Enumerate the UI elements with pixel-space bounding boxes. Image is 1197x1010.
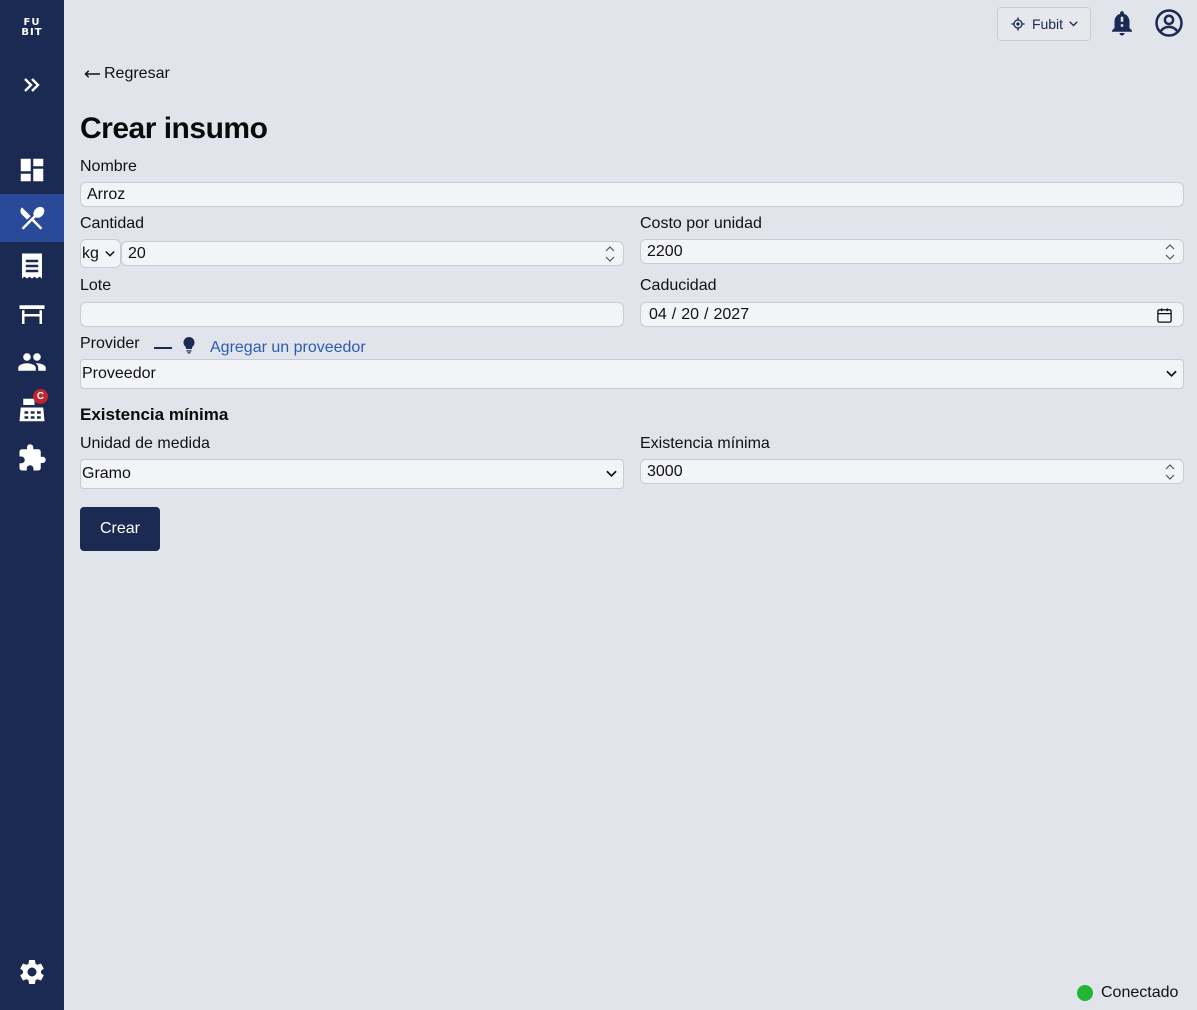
provider-select[interactable]: Proveedor	[80, 359, 1184, 389]
existencia-section-title: Existencia mínima	[80, 405, 229, 424]
costo-value: 2200	[647, 242, 683, 260]
existencia-minima-input[interactable]: 3000	[640, 459, 1184, 484]
chevron-down-icon	[1165, 254, 1175, 260]
gear-icon	[20, 959, 44, 984]
chevron-down-icon	[606, 470, 617, 478]
dash-divider	[154, 346, 172, 349]
chevron-down-icon	[1069, 21, 1078, 27]
calendar-icon[interactable]	[1156, 307, 1173, 324]
date-separator: /	[671, 305, 677, 323]
date-separator: /	[704, 305, 709, 323]
table-icon	[19, 305, 45, 324]
nombre-label: Nombre	[80, 158, 137, 175]
utensils-icon	[20, 206, 45, 230]
costo-label: Costo por unidad	[640, 215, 762, 232]
caducidad-year: 2027	[713, 305, 750, 323]
chevron-up-icon	[605, 246, 615, 252]
cantidad-label: Cantidad	[80, 215, 145, 232]
sidebar-item-extensions[interactable]	[0, 434, 64, 482]
arrow-left-icon	[84, 70, 101, 78]
status-dot	[1077, 985, 1093, 1001]
double-chevron-right-icon	[24, 78, 40, 92]
caducidad-label: Caducidad	[640, 277, 717, 294]
cantidad-value: 20	[128, 244, 146, 262]
lote-input[interactable]	[80, 302, 624, 327]
cantidad-spinner[interactable]	[605, 245, 615, 263]
location-label: Fubit	[1031, 16, 1064, 32]
nombre-input[interactable]: Arroz	[80, 182, 1184, 207]
provider-value: Proveedor	[82, 365, 156, 382]
chevron-up-icon	[1165, 244, 1175, 250]
back-link[interactable]: Regresar	[84, 65, 170, 83]
chevron-down-icon	[605, 256, 615, 262]
cash-register-badge: C	[33, 389, 48, 404]
bell-alert-icon	[1112, 11, 1132, 36]
logo-text-bottom: BIT	[21, 27, 43, 38]
costo-input[interactable]: 2200	[640, 239, 1184, 264]
nombre-value: Arroz	[87, 185, 126, 203]
location-selector[interactable]: Fubit	[997, 7, 1091, 41]
back-link-label: Regresar	[104, 65, 170, 82]
add-provider-link[interactable]: Agregar un proveedor	[210, 339, 366, 357]
user-circle-icon	[1155, 9, 1183, 37]
expand-sidebar-button[interactable]	[0, 61, 64, 109]
caducidad-day: 20	[681, 305, 700, 323]
unidad-medida-value: Gramo	[82, 465, 131, 482]
receipt-icon	[22, 253, 42, 279]
sidebar-item-insumos[interactable]	[0, 194, 64, 242]
sidebar-item-tables[interactable]	[0, 290, 64, 338]
cantidad-unit-value: kg	[82, 244, 99, 262]
puzzle-icon	[19, 444, 46, 471]
sidebar-item-users[interactable]	[0, 338, 64, 386]
notifications-button[interactable]	[1107, 8, 1137, 38]
caducidad-month: 04	[649, 305, 667, 323]
logo[interactable]: FU BIT	[0, 18, 64, 38]
connection-status: Conectado	[1077, 984, 1178, 1002]
chevron-down-icon	[1165, 474, 1175, 480]
existencia-spinner[interactable]	[1165, 463, 1175, 481]
chevron-down-icon	[1166, 370, 1177, 378]
status-label: Conectado	[1101, 984, 1179, 1001]
people-icon	[18, 353, 46, 371]
caducidad-date-input[interactable]: 04 / 20 / 2027	[640, 302, 1184, 327]
account-button[interactable]	[1154, 8, 1184, 38]
page-title: Crear insumo	[80, 112, 268, 145]
add-provider: Agregar un proveedor	[154, 336, 366, 359]
lightbulb-icon	[182, 336, 196, 359]
cantidad-unit-select[interactable]: kg	[80, 239, 121, 268]
sidebar-item-settings[interactable]	[0, 948, 64, 996]
sidebar: FU BIT C	[0, 0, 64, 1010]
existencia-minima-value: 3000	[647, 462, 683, 480]
sidebar-item-dashboard[interactable]	[0, 146, 64, 194]
existencia-minima-label: Existencia mínima	[640, 435, 770, 452]
unidad-medida-select[interactable]: Gramo	[80, 459, 624, 489]
cantidad-input[interactable]: 20	[121, 241, 624, 266]
unidad-medida-label: Unidad de medida	[80, 435, 210, 452]
sidebar-item-cash-register[interactable]: C	[0, 386, 64, 434]
lote-label: Lote	[80, 277, 112, 294]
provider-label: Provider	[80, 335, 140, 352]
sidebar-item-orders[interactable]	[0, 242, 64, 290]
chevron-down-icon	[105, 250, 115, 257]
costo-spinner[interactable]	[1165, 243, 1175, 261]
create-button[interactable]: Crear	[80, 507, 160, 551]
location-target-icon	[1011, 17, 1025, 31]
dashboard-icon	[20, 158, 44, 182]
chevron-up-icon	[1165, 464, 1175, 470]
